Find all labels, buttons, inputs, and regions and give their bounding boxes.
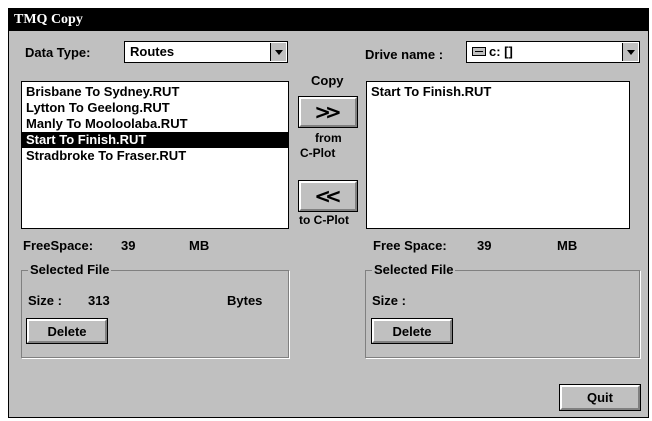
right-free-space-label: Free Space: — [373, 238, 447, 253]
left-selected-file-title: Selected File — [28, 262, 112, 277]
left-size-unit: Bytes — [227, 293, 263, 308]
chevron-down-icon — [274, 49, 283, 55]
left-free-space-value: 39 — [121, 238, 136, 253]
source-file-item[interactable]: Manly To Mooloolaba.RUT — [22, 116, 288, 132]
right-delete-button[interactable]: Delete — [371, 318, 453, 344]
right-free-space-value: 39 — [477, 238, 492, 253]
tmq-copy-window: TMQ Copy Data Type: Routes Brisbane To S… — [8, 8, 649, 418]
left-selected-file-group: Selected File Size : 313 Bytes Delete — [21, 262, 289, 358]
chevron-down-icon — [626, 49, 635, 55]
double-chevron-left-icon: << — [314, 184, 341, 208]
data-type-value: Routes — [130, 44, 175, 59]
right-selected-file-group: Selected File Size : Delete — [365, 262, 640, 358]
copy-to-cplot-button[interactable]: << — [298, 180, 358, 212]
source-file-item[interactable]: Lytton To Geelong.RUT — [22, 100, 288, 116]
data-type-select[interactable]: Routes — [124, 41, 288, 63]
source-file-item[interactable]: Start To Finish.RUT — [22, 132, 288, 148]
from-label: from — [315, 131, 342, 145]
copy-from-cplot-button[interactable]: >> — [298, 96, 358, 128]
left-free-space-label: FreeSpace: — [23, 238, 94, 253]
cplot-label: C-Plot — [300, 146, 336, 160]
destination-file-list[interactable]: Start To Finish.RUT — [366, 81, 630, 229]
data-type-label: Data Type: — [25, 45, 91, 60]
drive-name-label: Drive name : — [365, 47, 444, 62]
left-free-space-unit: MB — [189, 238, 210, 253]
left-delete-button[interactable]: Delete — [26, 318, 108, 344]
quit-button[interactable]: Quit — [559, 384, 641, 411]
right-selected-file-title: Selected File — [372, 262, 456, 277]
drive-icon — [472, 47, 486, 57]
right-size-label: Size : — [372, 293, 406, 308]
source-file-list[interactable]: Brisbane To Sydney.RUT Lytton To Geelong.… — [21, 81, 289, 229]
left-size-value: 313 — [88, 293, 110, 308]
drive-dropdown-button[interactable] — [622, 43, 638, 61]
drive-value: c: [] — [489, 44, 513, 59]
drive-select[interactable]: c: [] — [466, 41, 640, 63]
left-size-label: Size : — [28, 293, 62, 308]
to-cplot-label: to C-Plot — [299, 213, 349, 227]
drive-value-wrap: c: [] — [472, 44, 513, 59]
data-type-dropdown-button[interactable] — [270, 43, 286, 61]
destination-file-item[interactable]: Start To Finish.RUT — [367, 84, 629, 100]
source-file-item[interactable]: Stradbroke To Fraser.RUT — [22, 148, 288, 164]
copy-label: Copy — [311, 73, 344, 88]
double-chevron-right-icon: >> — [314, 100, 341, 124]
right-free-space-unit: MB — [557, 238, 578, 253]
window-title: TMQ Copy — [9, 9, 648, 31]
source-file-item[interactable]: Brisbane To Sydney.RUT — [22, 84, 288, 100]
